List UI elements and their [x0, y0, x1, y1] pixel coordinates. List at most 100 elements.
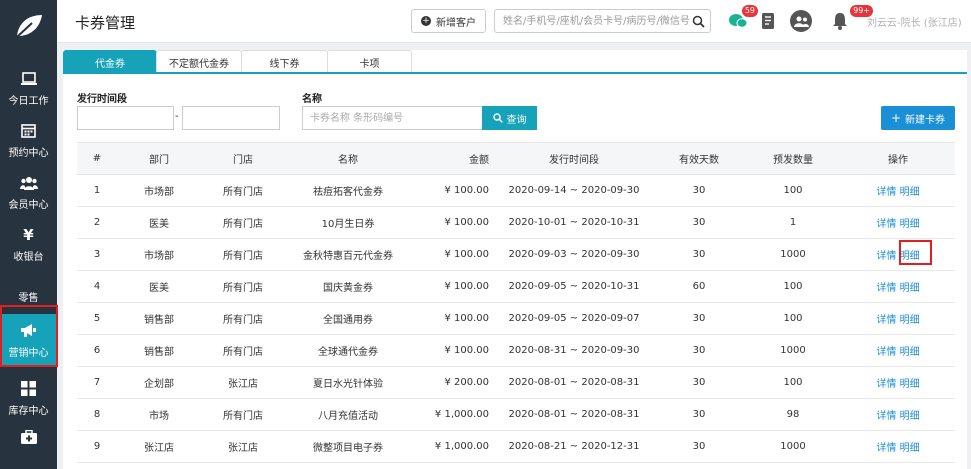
cell-amount: ¥ 1,000.00	[411, 430, 495, 463]
add-customer-button[interactable]: + 新增客户	[411, 9, 486, 33]
cell-name: 国庆黄金券	[285, 270, 411, 303]
name-search-input[interactable]	[302, 106, 482, 130]
cell-no: 8	[77, 398, 117, 431]
cell-actions: 详情 明细	[841, 366, 955, 399]
tab-offline-coupon[interactable]: 线下券	[241, 50, 328, 73]
megaphone-icon	[20, 322, 38, 340]
cell-amount: ¥ 100.00	[411, 206, 495, 239]
view-breakdown-link[interactable]: 明细	[900, 411, 920, 422]
search-icon[interactable]	[692, 15, 705, 31]
cell-qty: 98	[745, 398, 841, 431]
cell-days: 30	[653, 174, 745, 207]
sidebar-item-appointments[interactable]: 预约中心	[0, 114, 57, 166]
sidebar-item-label: 收银台	[13, 251, 44, 263]
cell-period: 2020-10-01 ~ 2020-10-31	[495, 206, 653, 239]
cell-actions: 详情 明细	[841, 398, 955, 431]
view-breakdown-link[interactable]: 明细	[900, 283, 920, 294]
chat-button[interactable]: 59	[727, 5, 758, 32]
cell-actions: 详情 明细	[841, 174, 955, 207]
table-row: 9 张江店 张江店 微整项目电子券 ¥ 1,000.00 2020-08-21 ~ 202…	[77, 430, 955, 463]
users-icon	[19, 174, 38, 192]
sidebar-item-today-work[interactable]: 今日工作	[0, 62, 57, 114]
col-dept: 部门	[117, 142, 201, 175]
cell-store: 所有门店	[201, 302, 285, 335]
cell-qty: 100	[745, 270, 841, 303]
global-search	[494, 9, 711, 33]
notifications-button[interactable]: 99+	[829, 5, 873, 32]
plus-icon: +	[890, 111, 902, 125]
cell-no: 3	[77, 238, 117, 271]
tab-variable-voucher[interactable]: 不定额代金券	[156, 50, 242, 73]
view-breakdown-link[interactable]: 明细	[900, 379, 920, 390]
sidebar-item-more[interactable]	[0, 424, 57, 454]
add-customer-label: 新增客户	[436, 17, 476, 29]
table-row: 5 销售部 所有门店 全国通用券 ¥ 100.00 2020-09-05 ~ 2020-0…	[77, 302, 955, 335]
view-breakdown-link[interactable]: 明细	[900, 187, 920, 198]
cell-amount: ¥ 100.00	[411, 238, 495, 271]
view-details-link[interactable]: 详情	[876, 251, 896, 262]
cell-dept: 市场部	[117, 238, 201, 271]
sidebar-item-label: 预约中心	[8, 147, 49, 159]
view-breakdown-link[interactable]: 明细	[900, 219, 920, 230]
name-label: 名称	[302, 94, 322, 105]
medkit-icon	[20, 428, 38, 446]
tab-card-items[interactable]: 卡项	[327, 50, 412, 73]
laptop-icon	[20, 70, 38, 88]
cell-dept: 市场	[117, 398, 201, 431]
yen-icon: ¥	[23, 225, 34, 244]
query-label: 查询	[506, 114, 527, 126]
table-row: 6 销售部 所有门店 全球通代金券 ¥ 100.00 2020-08-31 ~ 2020-…	[77, 334, 955, 367]
cell-days: 30	[653, 398, 745, 431]
view-breakdown-link[interactable]: 明细	[900, 251, 920, 262]
view-details-link[interactable]: 详情	[876, 411, 896, 422]
cell-actions: 详情 明细	[841, 302, 955, 335]
team-button[interactable]	[790, 10, 812, 32]
sidebar-item-retail[interactable]: 零售	[0, 266, 57, 306]
tab-voucher[interactable]: 代金券	[63, 50, 157, 73]
cell-qty: 100	[745, 366, 841, 399]
date-separator: -	[175, 111, 179, 122]
cell-qty: 100	[745, 174, 841, 207]
start-date-input[interactable]	[77, 106, 174, 130]
cell-store: 所有门店	[201, 206, 285, 239]
sidebar-item-marketing[interactable]: 营销中心	[0, 314, 57, 366]
cell-store: 所有门店	[201, 334, 285, 367]
cell-dept: 销售部	[117, 334, 201, 367]
cell-store: 所有门店	[201, 238, 285, 271]
sidebar-item-label: 会员中心	[8, 199, 49, 211]
cell-period: 2020-09-14 ~ 2020-09-30	[495, 174, 653, 207]
view-breakdown-link[interactable]: 明细	[900, 315, 920, 326]
table-row: 7 企划部 张江店 夏日水光针体验 ¥ 200.00 2020-08-01 ~ 2020-…	[77, 366, 955, 399]
logo-icon[interactable]	[0, 0, 57, 52]
sidebar-item-cashier[interactable]: ¥ 收银台	[0, 218, 57, 270]
cell-dept: 张江店	[117, 430, 201, 463]
view-details-link[interactable]: 详情	[876, 187, 896, 198]
cell-dept: 销售部	[117, 302, 201, 335]
plus-icon: +	[421, 16, 431, 26]
view-details-link[interactable]: 详情	[876, 443, 896, 454]
view-breakdown-link[interactable]: 明细	[900, 443, 920, 454]
cell-qty: 100	[745, 302, 841, 335]
view-details-link[interactable]: 详情	[876, 283, 896, 294]
view-details-link[interactable]: 详情	[876, 347, 896, 358]
sidebar-item-inventory[interactable]: 库存中心	[0, 372, 57, 424]
end-date-input[interactable]	[182, 106, 280, 130]
view-details-link[interactable]: 详情	[876, 315, 896, 326]
user-menu[interactable]: 刘云云-院长 (张江店)	[867, 14, 962, 29]
search-input[interactable]	[495, 10, 690, 32]
cell-qty: 1000	[745, 238, 841, 271]
new-card-button[interactable]: + 新建卡券	[881, 106, 955, 130]
view-breakdown-link[interactable]: 明细	[900, 347, 920, 358]
table-body: 1 市场部 所有门店 祛痘拓客代金券 ¥ 100.00 2020-09-14 ~ 2020…	[77, 174, 955, 463]
notes-button[interactable]	[758, 10, 780, 32]
cell-actions: 详情 明细	[841, 334, 955, 367]
cell-name: 祛痘拓客代金券	[285, 174, 411, 207]
cell-name: 全球通代金券	[285, 334, 411, 367]
view-details-link[interactable]: 详情	[876, 219, 896, 230]
sidebar-item-members[interactable]: 会员中心	[0, 166, 57, 218]
view-details-link[interactable]: 详情	[876, 379, 896, 390]
sidebar-item-label: 营销中心	[8, 347, 49, 359]
query-button[interactable]: 查询	[482, 106, 537, 130]
bell-icon	[833, 13, 847, 30]
voucher-table: # 部门 门店 名称 金额 发行时间段 有效天数 预发数量 操作 1 市场部 所有门…	[77, 142, 955, 463]
